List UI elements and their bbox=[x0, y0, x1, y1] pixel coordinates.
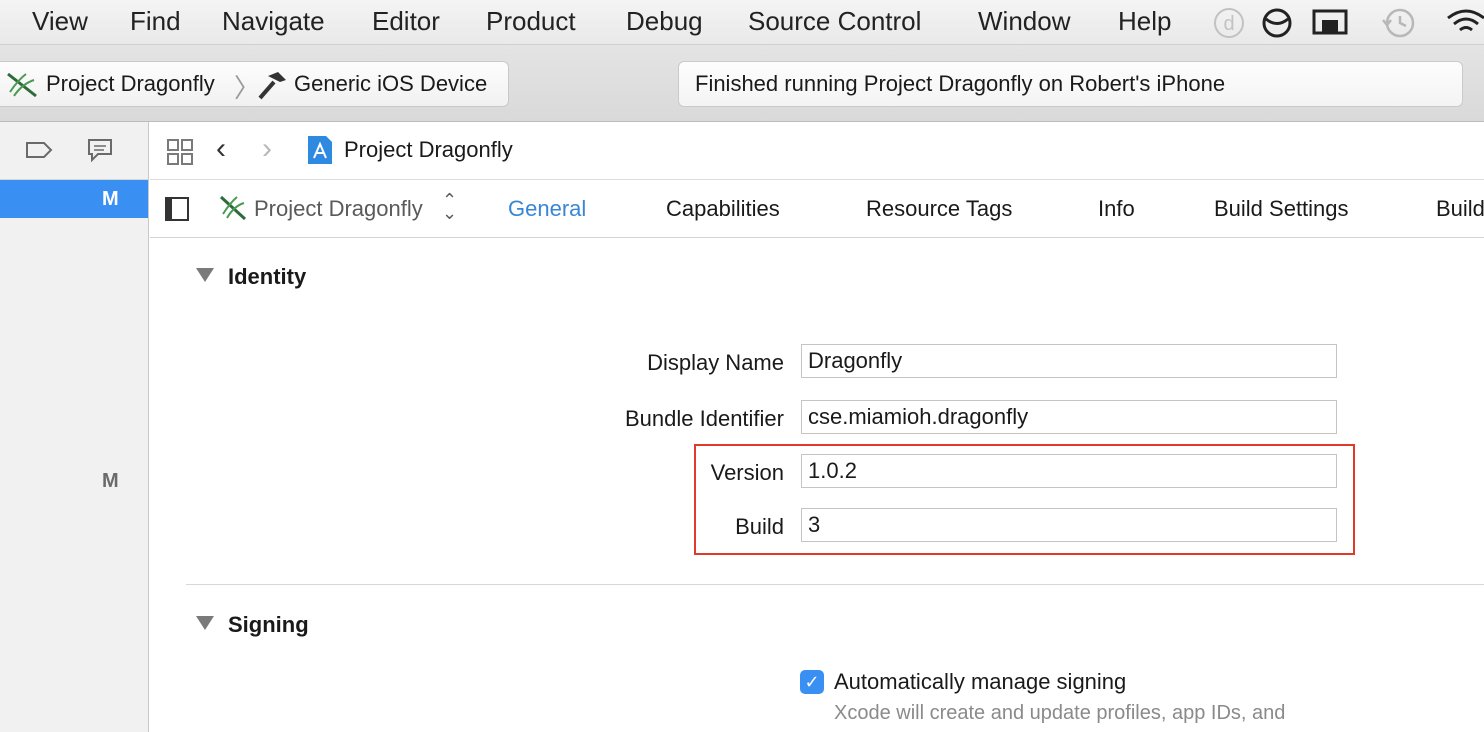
menu-source-control[interactable]: Source Control bbox=[748, 6, 921, 37]
scheme-selector[interactable]: Project Dragonfly 〉 Generic iOS Device bbox=[0, 61, 509, 107]
tab-build-phases[interactable]: Build bbox=[1436, 196, 1484, 222]
bundle-identifier-field[interactable] bbox=[801, 400, 1337, 434]
activity-viewer: Finished running Project Dragonfly on Ro… bbox=[678, 61, 1463, 107]
updown-chevron-icon[interactable]: ⌃ ⌄ bbox=[442, 191, 457, 222]
dash-icon[interactable]: d bbox=[1212, 6, 1246, 40]
svg-text:d: d bbox=[1223, 13, 1234, 35]
jump-bar: ‹ › Project Dragonfly bbox=[150, 122, 1484, 180]
sync-icon[interactable] bbox=[1260, 6, 1294, 40]
modified-badge: M bbox=[102, 188, 119, 210]
scheme-name[interactable]: Project Dragonfly bbox=[46, 71, 215, 97]
disclosure-triangle-icon[interactable] bbox=[196, 268, 214, 282]
tab-build-settings[interactable]: Build Settings bbox=[1214, 196, 1349, 222]
section-title-identity: Identity bbox=[228, 264, 307, 289]
sidebar-toggle-icon[interactable] bbox=[164, 196, 190, 222]
display-name-field[interactable] bbox=[801, 344, 1337, 378]
menu-navigate[interactable]: Navigate bbox=[222, 6, 325, 37]
project-file-icon bbox=[308, 136, 332, 164]
auto-signing-checkbox[interactable]: ✓ bbox=[800, 670, 824, 694]
time-machine-icon[interactable] bbox=[1380, 6, 1418, 40]
navigator-panel: M M bbox=[0, 122, 149, 732]
back-icon[interactable]: ‹ bbox=[216, 132, 226, 166]
hammer-icon bbox=[258, 72, 286, 100]
menu-debug[interactable]: Debug bbox=[626, 6, 703, 37]
navigator-header bbox=[0, 122, 148, 180]
auto-signing-label[interactable]: Automatically manage signing bbox=[834, 669, 1126, 695]
tab-info[interactable]: Info bbox=[1098, 196, 1135, 222]
bundle-identifier-label: Bundle Identifier bbox=[625, 406, 784, 431]
forward-icon[interactable]: › bbox=[262, 132, 272, 166]
menu-window[interactable]: Window bbox=[978, 6, 1070, 37]
target-selector[interactable]: Project Dragonfly bbox=[254, 196, 423, 222]
section-divider bbox=[186, 584, 1484, 585]
jump-bar-title[interactable]: Project Dragonfly bbox=[344, 137, 513, 163]
menu-editor[interactable]: Editor bbox=[372, 6, 440, 37]
wifi-icon[interactable] bbox=[1444, 6, 1484, 40]
auto-signing-description: Xcode will create and update profiles, a… bbox=[834, 702, 1286, 724]
display-name-label: Display Name bbox=[647, 350, 784, 375]
airplay-icon[interactable] bbox=[1310, 6, 1350, 40]
menu-bar: View Find Navigate Editor Product Debug … bbox=[0, 0, 1484, 45]
menu-product[interactable]: Product bbox=[486, 6, 576, 37]
annotation-highlight-box bbox=[694, 444, 1355, 555]
navigator-selected-row[interactable]: M bbox=[0, 180, 148, 218]
destination-name[interactable]: Generic iOS Device bbox=[294, 71, 487, 97]
editor-tab-bar: Project Dragonfly ⌃ ⌄ General Capabilitie… bbox=[150, 180, 1484, 238]
comment-icon[interactable] bbox=[86, 136, 114, 164]
related-items-icon[interactable] bbox=[166, 138, 194, 166]
dragonfly-icon bbox=[7, 72, 37, 98]
modified-badge: M bbox=[102, 470, 119, 492]
tab-general[interactable]: General bbox=[508, 196, 586, 222]
section-title-signing: Signing bbox=[228, 612, 309, 637]
tag-icon[interactable] bbox=[24, 138, 54, 162]
tab-resource-tags[interactable]: Resource Tags bbox=[866, 196, 1012, 222]
activity-status: Finished running Project Dragonfly on Ro… bbox=[695, 71, 1226, 96]
toolbar: Project Dragonfly 〉 Generic iOS Device F… bbox=[0, 45, 1484, 122]
menu-view[interactable]: View bbox=[32, 6, 88, 37]
menu-help[interactable]: Help bbox=[1118, 6, 1171, 37]
disclosure-triangle-icon[interactable] bbox=[196, 616, 214, 630]
dragonfly-icon bbox=[219, 195, 247, 221]
tab-capabilities[interactable]: Capabilities bbox=[666, 196, 780, 222]
menu-find[interactable]: Find bbox=[130, 6, 181, 37]
